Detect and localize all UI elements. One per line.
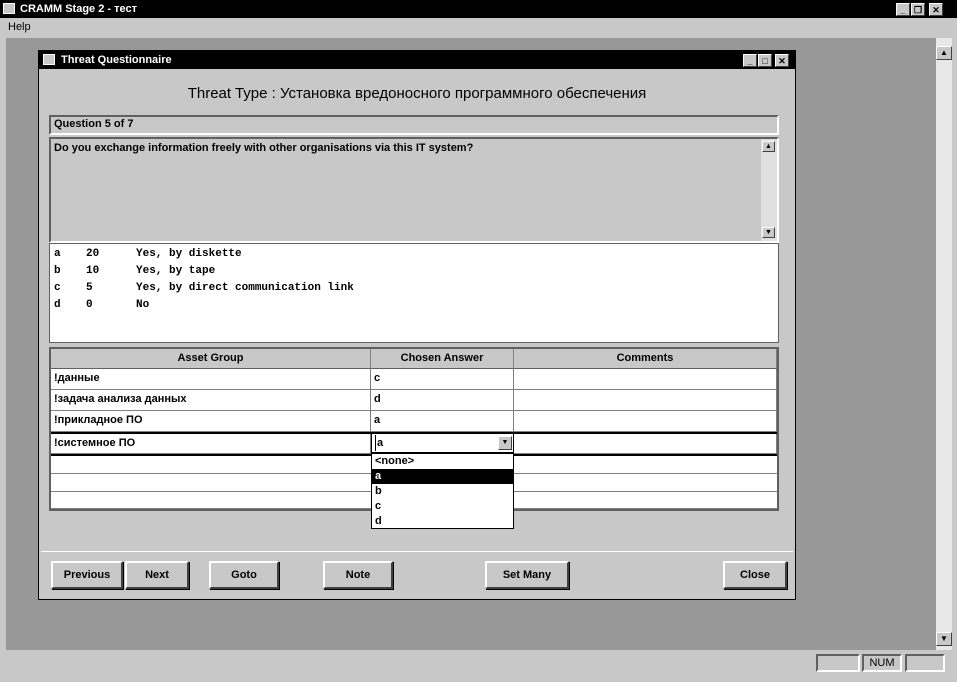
question-text-box[interactable]: Do you exchange information freely with … — [49, 137, 779, 243]
previous-button[interactable]: Previous — [51, 561, 123, 589]
status-num-panel: NUM — [862, 654, 902, 672]
question-counter: Question 5 of 7 — [54, 118, 134, 130]
answer-options-list: a 20 Yes, by diskette b 10 Yes, by tape c 5 Ye… — [49, 243, 779, 343]
status-panel-1 — [816, 654, 860, 672]
dropdown-option-b[interactable]: b — [372, 484, 513, 499]
question-scrollbar[interactable]: ▲ ▼ — [761, 139, 777, 241]
scroll-up-button[interactable]: ▲ — [936, 46, 952, 60]
threat-questionnaire-window: Threat Questionnaire _ □ ✕ Threat Type :… — [38, 50, 796, 600]
menu-bar: Help — [0, 18, 957, 36]
dialog-icon[interactable] — [43, 54, 55, 65]
answer-option: d 0 No — [54, 299, 150, 311]
app-icon[interactable] — [3, 3, 15, 14]
dropdown-option-d[interactable]: d — [372, 514, 513, 529]
column-header-chosen-answer[interactable]: Chosen Answer — [371, 349, 514, 369]
goto-button[interactable]: Goto — [209, 561, 279, 589]
answer-option: a 20 Yes, by diskette — [54, 248, 242, 260]
dialog-close-button[interactable]: ✕ — [775, 54, 789, 67]
answer-cell[interactable]: a — [371, 411, 514, 432]
asset-cell[interactable]: !системное ПО — [51, 434, 371, 454]
question-scroll-up[interactable]: ▲ — [762, 141, 775, 152]
comment-cell[interactable] — [514, 369, 777, 390]
next-button[interactable]: Next — [125, 561, 189, 589]
dropdown-option-none[interactable]: <none> — [372, 454, 513, 469]
chosen-answer-dropdown[interactable]: <none> a b c d — [371, 453, 514, 529]
table-row[interactable]: !прикладное ПО a — [51, 411, 777, 432]
dialog-title: Threat Questionnaire — [61, 54, 172, 66]
workspace-vscrollbar[interactable]: ▲ ▼ — [936, 38, 952, 650]
status-num: NUM — [869, 657, 895, 669]
table-row[interactable]: !задача анализа данных d — [51, 390, 777, 411]
app-minimize-button[interactable]: _ — [896, 3, 910, 16]
threat-type-heading: Threat Type : Установка вредоносного про… — [187, 85, 647, 102]
status-panel-3 — [905, 654, 945, 672]
table-row[interactable]: !данные c — [51, 369, 777, 390]
scroll-down-button[interactable]: ▼ — [936, 632, 952, 646]
comment-cell[interactable] — [514, 434, 777, 454]
note-button[interactable]: Note — [323, 561, 393, 589]
answer-option: c 5 Yes, by direct communication link — [54, 282, 354, 294]
dialog-minimize-button[interactable]: _ — [743, 54, 757, 67]
column-header-comments[interactable]: Comments — [514, 349, 777, 369]
question-scroll-down[interactable]: ▼ — [762, 227, 775, 238]
app-close-button[interactable]: ✕ — [929, 3, 943, 16]
question-text: Do you exchange information freely with … — [54, 142, 474, 154]
app-title: CRAMM Stage 2 - тест — [20, 3, 137, 15]
comment-cell[interactable] — [514, 390, 777, 411]
dropdown-option-c[interactable]: c — [372, 499, 513, 514]
close-button[interactable]: Close — [723, 561, 787, 589]
status-bar: NUM — [0, 650, 957, 682]
chevron-down-icon[interactable]: ▼ — [498, 436, 512, 450]
answer-option: b 10 Yes, by tape — [54, 265, 216, 277]
asset-cell[interactable]: !прикладное ПО — [51, 411, 371, 432]
app-restore-button[interactable]: ❐ — [911, 3, 925, 16]
chosen-answer-combobox[interactable]: a ▼ — [371, 433, 514, 453]
column-header-asset-group[interactable]: Asset Group — [51, 349, 371, 369]
comment-cell[interactable] — [514, 411, 777, 432]
asset-cell[interactable]: !данные — [51, 369, 371, 390]
answer-cell[interactable]: d — [371, 390, 514, 411]
dropdown-option-a[interactable]: a — [372, 469, 513, 484]
dialog-titlebar: Threat Questionnaire _ □ ✕ — [39, 51, 795, 69]
question-counter-box: Question 5 of 7 — [49, 115, 779, 135]
set-many-button[interactable]: Set Many — [485, 561, 569, 589]
asset-cell[interactable]: !задача анализа данных — [51, 390, 371, 411]
answer-cell[interactable]: c — [371, 369, 514, 390]
dialog-maximize-button[interactable]: □ — [758, 54, 772, 67]
menu-help[interactable]: Help — [8, 20, 31, 34]
combobox-value: a — [375, 435, 384, 451]
app-titlebar: CRAMM Stage 2 - тест _ ❐ ✕ — [0, 0, 957, 18]
